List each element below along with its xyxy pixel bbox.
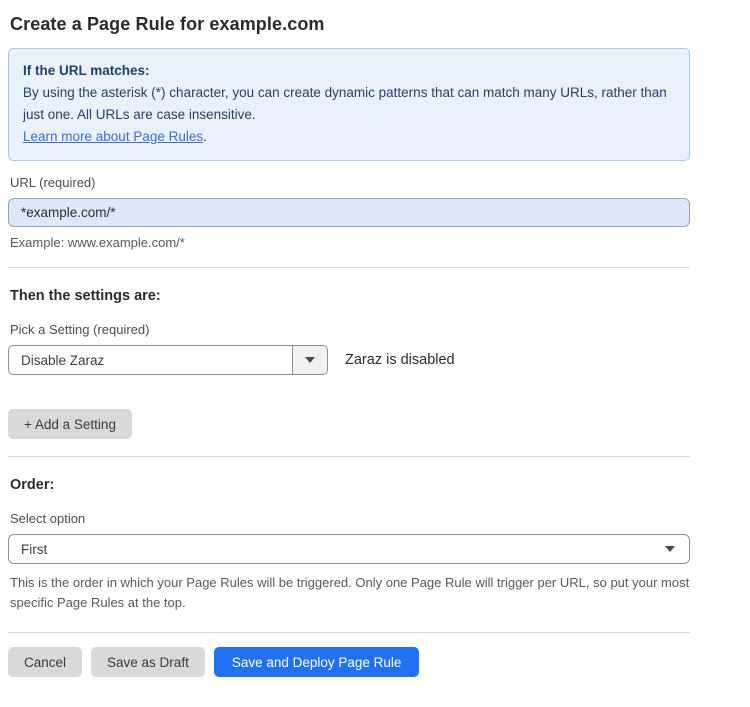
info-box-link-line: Learn more about Page Rules. [23,126,675,148]
setting-select-value: Disable Zaraz [9,346,292,374]
setting-row: Disable Zaraz Zaraz is disabled [8,345,690,375]
add-setting-button[interactable]: + Add a Setting [8,409,132,439]
order-select-value: First [21,542,47,557]
settings-section-heading: Then the settings are: [10,288,690,304]
cancel-button[interactable]: Cancel [8,647,82,677]
page-title: Create a Page Rule for example.com [10,14,690,35]
info-box-heading: If the URL matches: [23,60,675,82]
save-as-draft-button[interactable]: Save as Draft [91,647,205,677]
order-select-label: Select option [10,511,690,526]
footer-actions: Cancel Save as Draft Save and Deploy Pag… [8,647,690,677]
setting-status-text: Zaraz is disabled [345,352,455,368]
url-field-label: URL (required) [10,175,690,190]
pick-setting-label: Pick a Setting (required) [10,322,690,337]
setting-select[interactable]: Disable Zaraz [8,345,328,375]
learn-more-link[interactable]: Learn more about Page Rules [23,129,203,144]
order-help-text: This is the order in which your Page Rul… [10,573,690,613]
chevron-down-icon [305,357,315,363]
chevron-down-icon [665,546,675,552]
order-section-heading: Order: [10,477,690,493]
url-example-text: Example: www.example.com/* [10,235,690,250]
page-rule-form: Create a Page Rule for example.com If th… [0,0,690,707]
divider [8,456,690,457]
link-suffix: . [203,129,207,144]
info-box-body: By using the asterisk (*) character, you… [23,82,675,126]
divider [8,267,690,268]
divider [8,632,690,633]
order-select[interactable]: First [8,534,690,564]
url-match-info-box: If the URL matches: By using the asteris… [8,48,690,161]
url-input[interactable] [8,198,690,227]
setting-select-arrow-button[interactable] [292,346,327,374]
save-and-deploy-button[interactable]: Save and Deploy Page Rule [214,647,420,677]
